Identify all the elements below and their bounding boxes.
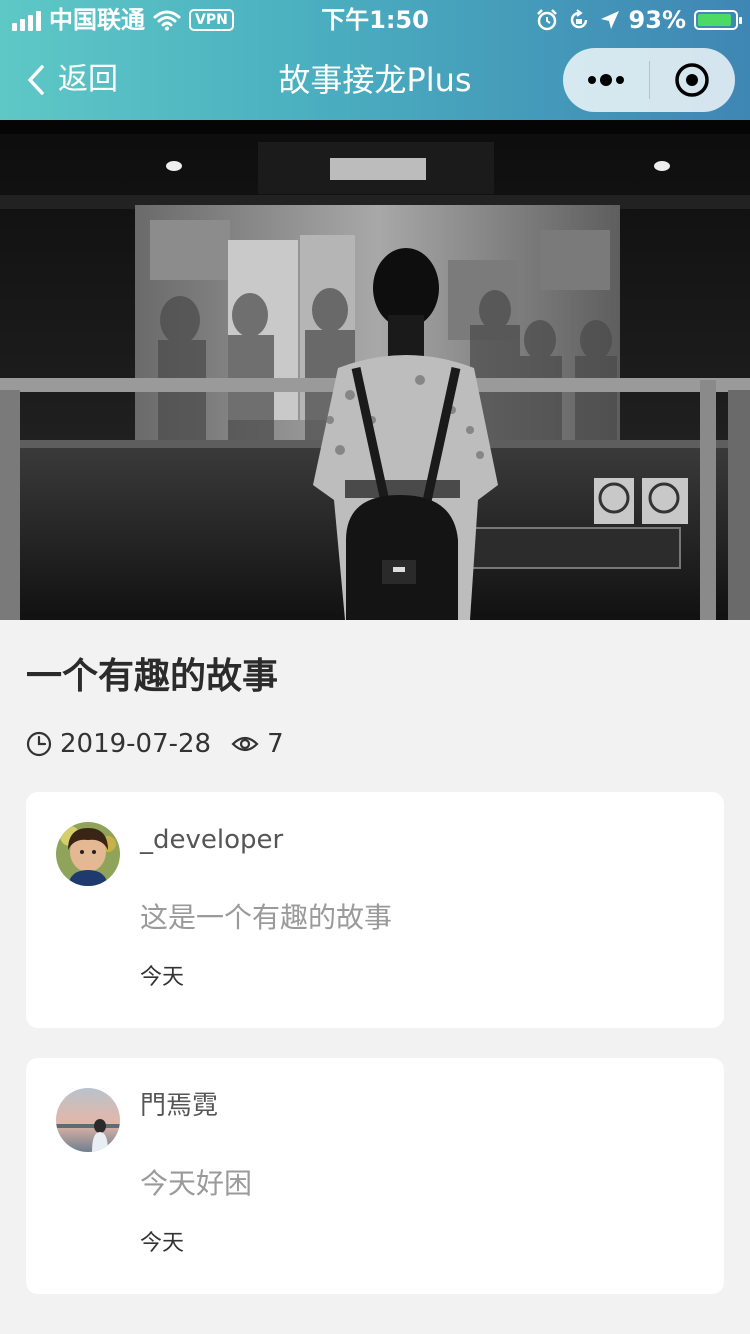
status-bar: 中国联通 VPN 下午1:50 93% (0, 0, 750, 40)
comment-username: 門焉霓 (140, 1091, 219, 1121)
story-cover-image (0, 120, 750, 620)
app-header: 中国联通 VPN 下午1:50 93% 返回 故事接龙Plus (0, 0, 750, 120)
cover-photo-illustration (0, 120, 750, 620)
status-right: 93% (535, 6, 742, 34)
rotation-lock-icon (570, 9, 587, 29)
avatar[interactable] (56, 1088, 120, 1152)
story-views: 7 (267, 729, 284, 759)
battery-icon (694, 10, 742, 30)
miniprogram-capsule (563, 48, 735, 112)
story-meta: 2019-07-28 7 (26, 726, 284, 762)
battery-fill (698, 14, 731, 26)
avatar[interactable] (56, 822, 120, 886)
nav-bar: 返回 故事接龙Plus (0, 40, 750, 120)
close-target-icon (675, 63, 709, 97)
more-icon (587, 74, 624, 86)
story-title: 一个有趣的故事 (26, 656, 279, 697)
story-date: 2019-07-28 (60, 729, 212, 759)
comment-text: 这是一个有趣的故事 (140, 901, 393, 934)
eye-icon (231, 733, 259, 755)
comment-time: 今天 (140, 965, 185, 990)
comment-username: _developer (140, 825, 284, 855)
comment-time: 今天 (140, 1231, 185, 1256)
alarm-icon (536, 9, 557, 31)
comment-card[interactable]: 門焉霓 今天好困 今天 (26, 1058, 724, 1294)
close-button[interactable] (650, 48, 736, 112)
more-button[interactable] (563, 48, 649, 112)
comment-text: 今天好困 (140, 1167, 253, 1200)
battery-percent: 93% (628, 6, 686, 34)
location-icon (600, 11, 619, 29)
comment-card[interactable]: _developer 这是一个有趣的故事 今天 (26, 792, 724, 1028)
clock-icon (26, 731, 52, 757)
